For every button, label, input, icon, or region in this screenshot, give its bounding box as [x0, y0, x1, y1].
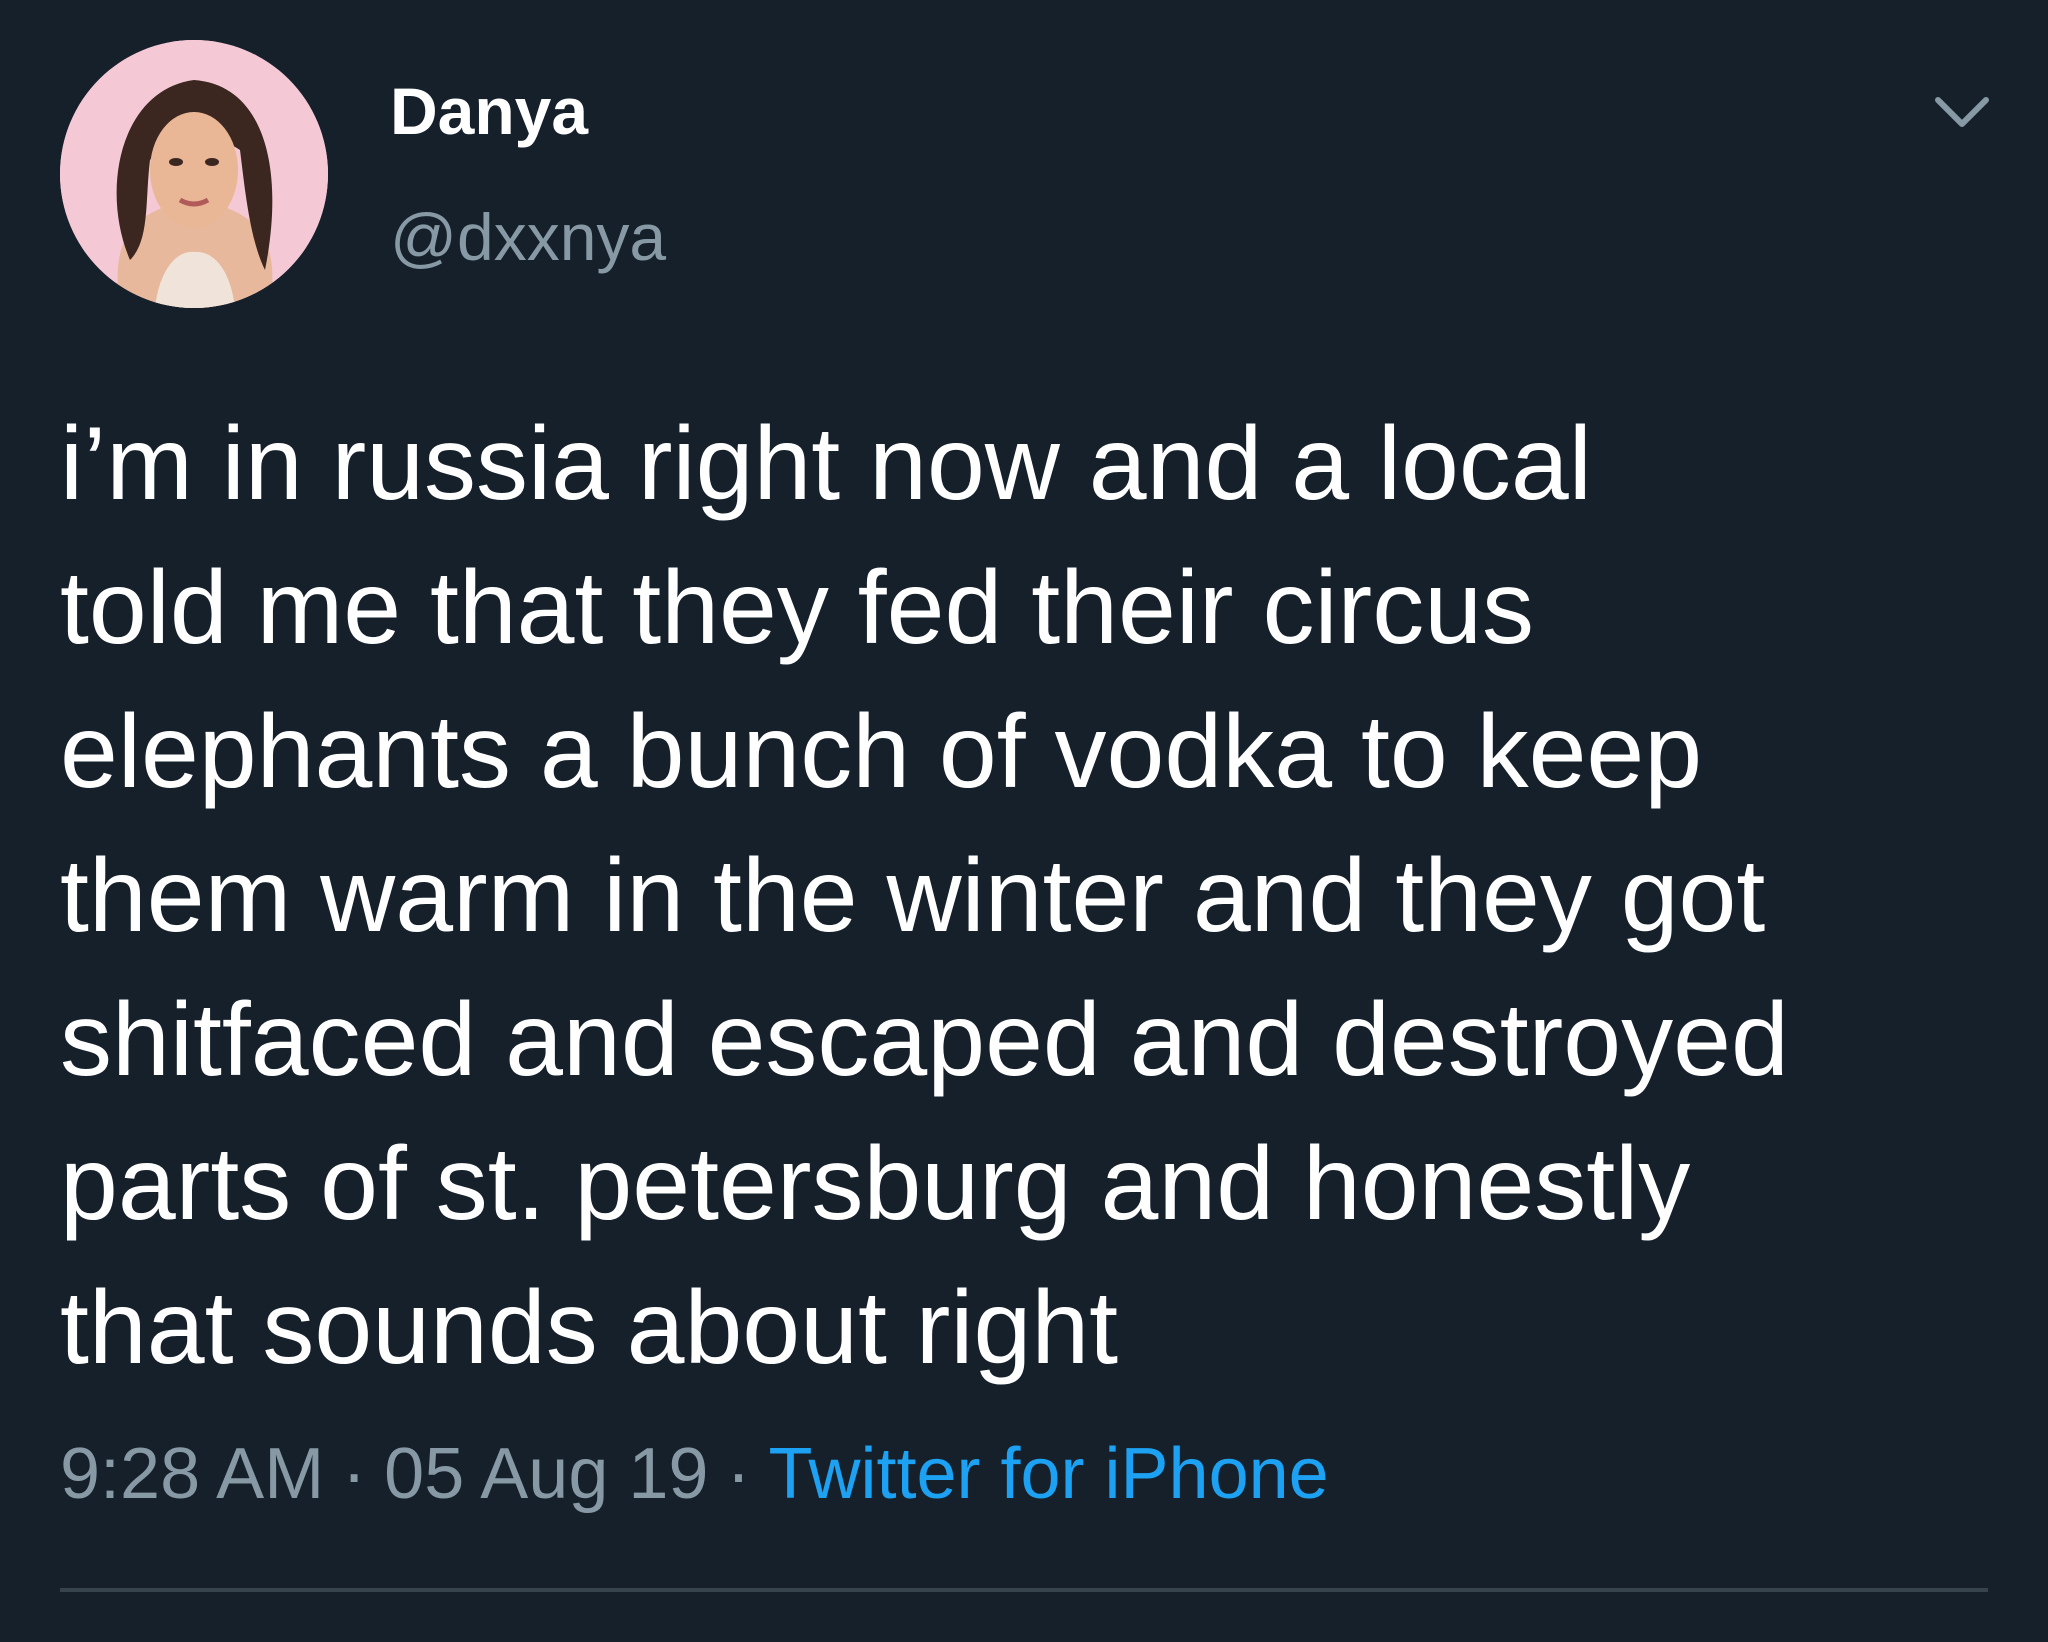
profile-photo-icon	[60, 40, 328, 308]
tweet-meta: 9:28 AM · 05 Aug 19 · Twitter for iPhone	[60, 1438, 1329, 1510]
tweet-text: i’m in russia right now and a local told…	[60, 406, 1789, 1386]
meta-separator: ·	[342, 1434, 367, 1514]
tweet-source-link[interactable]: Twitter for iPhone	[768, 1434, 1328, 1514]
author-handle[interactable]: @dxxnya	[390, 204, 666, 270]
avatar[interactable]	[60, 40, 328, 308]
divider	[60, 1588, 1988, 1592]
meta-separator: ·	[726, 1434, 751, 1514]
tweet-card: Danya @dxxnya i’m in russia right now an…	[0, 0, 2048, 1642]
tweet-date[interactable]: 05 Aug 19	[384, 1434, 708, 1514]
chevron-down-icon[interactable]	[1932, 90, 1992, 134]
tweet-time[interactable]: 9:28 AM	[60, 1434, 324, 1514]
author-display-name[interactable]: Danya	[390, 78, 588, 144]
